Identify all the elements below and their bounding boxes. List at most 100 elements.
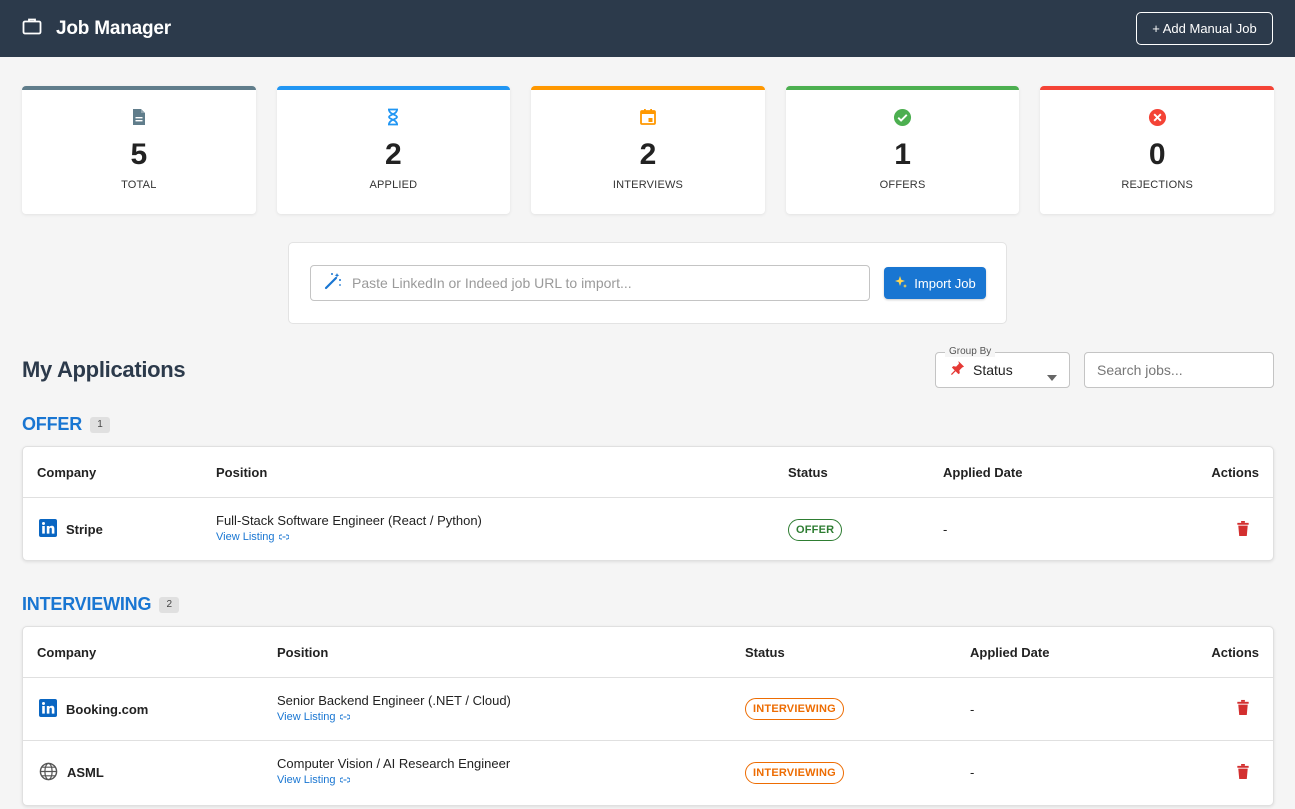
group-count-badge: 1 [90,416,110,433]
stats-row: 5 TOTAL 2 APPLIED 2 INTERVIEWS 1 OFFERS … [22,86,1274,214]
stat-card-offers: 1 OFFERS [785,86,1020,214]
company-name: Booking.com [66,701,149,717]
magic-wand-icon [323,271,343,296]
stat-value: 5 [130,138,148,171]
sparkle-icon [894,275,908,292]
applied-date: - [970,701,975,717]
search-jobs-field[interactable] [1084,352,1274,388]
import-job-button[interactable]: Import Job [884,267,986,299]
table-header: Company Position Status Applied Date Act… [23,627,1273,678]
link-icon [339,711,350,723]
check-circle-icon [893,106,912,128]
app-title: Job Manager [56,17,171,39]
col-company: Company [37,644,97,660]
document-icon [131,106,147,128]
position-cell: Computer Vision / AI Research Engineer V… [277,756,510,786]
table-row[interactable]: Stripe Full-Stack Software Engineer (Rea… [23,498,1273,560]
position-title: Full-Stack Software Engineer (React / Py… [216,513,482,528]
link-icon [278,531,289,543]
table-row[interactable]: Booking.com Senior Backend Engineer (.NE… [23,678,1273,741]
company-name: ASML [67,765,104,780]
company-name: Stripe [66,522,103,537]
col-applied-date: Applied Date [943,464,1023,480]
stat-value: 0 [1148,138,1166,171]
col-applied-date: Applied Date [970,644,1050,660]
view-listing-label: View Listing [277,711,336,723]
app-bar: Job Manager + Add Manual Job [0,0,1295,57]
add-manual-job-button[interactable]: + Add Manual Job [1136,12,1273,45]
col-status: Status [745,644,785,660]
import-url-input[interactable] [352,275,852,291]
brand: Job Manager [22,17,171,40]
company-cell: ASML [39,762,104,784]
col-position: Position [216,464,268,480]
applied-date: - [943,522,948,537]
import-panel: Import Job [288,242,1007,324]
group-name: INTERVIEWING [22,594,152,614]
interviewing-table: Company Position Status Applied Date Act… [22,626,1274,806]
view-listing-link[interactable]: View Listing [216,531,482,543]
status-badge: OFFER [788,518,843,541]
table-row[interactable]: ASML Computer Vision / AI Research Engin… [23,741,1273,804]
pin-icon [950,360,965,380]
position-cell: Senior Backend Engineer (.NET / Cloud) V… [277,693,511,723]
position-cell: Full-Stack Software Engineer (React / Py… [216,513,482,543]
my-applications-title: My Applications [22,357,186,382]
stat-label: INTERVIEWS [612,179,684,191]
col-actions: Actions [1211,464,1259,480]
company-cell: Booking.com [39,698,149,720]
import-job-label: Import Job [914,275,976,291]
linkedin-icon [39,698,57,720]
cancel-circle-icon [1148,106,1167,128]
company-cell: Stripe [39,519,103,540]
group-count-badge: 2 [159,596,180,613]
view-listing-link[interactable]: View Listing [277,711,511,723]
col-status: Status [788,464,828,480]
stat-card-total: 5 TOTAL [22,86,256,214]
applied-date: - [970,765,975,780]
offer-table: Company Position Status Applied Date Act… [22,446,1274,561]
stat-value: 1 [894,138,911,171]
delete-icon[interactable] [1236,520,1250,540]
group-header-interviewing: INTERVIEWING 2 [22,594,180,615]
view-listing-label: View Listing [216,531,275,543]
stat-label: APPLIED [369,179,418,191]
view-listing-link[interactable]: View Listing [277,774,510,786]
delete-icon[interactable] [1236,763,1250,783]
status-badge: INTERVIEWING [745,761,844,784]
calendar-icon [639,106,657,128]
group-by-select[interactable]: Group By Status [935,346,1070,388]
stat-value: 2 [639,138,657,171]
status-cell: OFFER [788,518,843,541]
stat-label: OFFERS [879,179,926,191]
group-header-offer: OFFER 1 [22,414,110,435]
group-name: OFFER [22,414,82,434]
stat-card-rejections: 0 REJECTIONS [1040,86,1274,214]
status-badge: INTERVIEWING [745,698,844,720]
search-jobs-input[interactable] [1097,362,1267,378]
stat-card-interviews: 2 INTERVIEWS [531,86,765,214]
import-url-field[interactable] [310,265,870,301]
status-cell: INTERVIEWING [745,761,844,784]
group-by-value: Status [973,362,1013,378]
stat-card-applied: 2 APPLIED [276,86,511,214]
globe-icon [39,762,58,784]
briefcase-icon [22,17,42,40]
stat-label: REJECTIONS [1121,179,1194,191]
col-position: Position [277,644,329,660]
position-title: Computer Vision / AI Research Engineer [277,756,511,771]
stat-label: TOTAL [121,179,157,191]
linkedin-icon [39,519,57,540]
delete-icon[interactable] [1236,699,1250,719]
link-icon [339,774,350,786]
dropdown-caret-icon [1047,368,1057,386]
col-company: Company [37,464,97,480]
group-by-label: Group By [945,346,996,357]
stat-value: 2 [385,138,402,171]
view-listing-label: View Listing [277,774,336,786]
hourglass-icon [386,106,400,128]
col-actions: Actions [1211,644,1259,660]
position-title: Senior Backend Engineer (.NET / Cloud) [277,693,511,708]
status-cell: INTERVIEWING [745,698,844,720]
table-header: Company Position Status Applied Date Act… [23,447,1273,498]
